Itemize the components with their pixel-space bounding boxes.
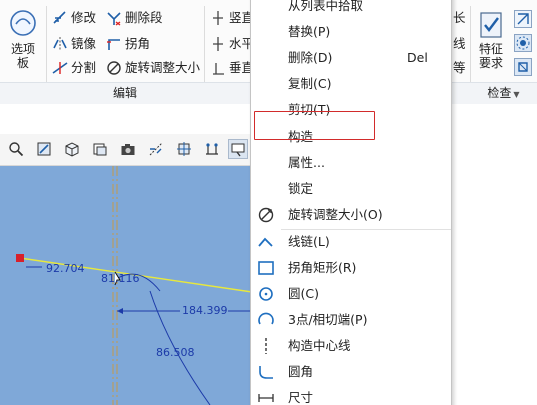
overlap-icon [517, 13, 529, 25]
feature-requirements-label: 特征 要求 [478, 42, 503, 70]
sketch-canvas[interactable]: 92.704 81.116 184.399 86.508 [0, 166, 252, 405]
menu-item-line-chain[interactable]: 线链(L) [251, 229, 451, 255]
corner-label: 拐角 [125, 36, 151, 51]
corner-icon [107, 39, 120, 50]
constraint-fragment-equal[interactable]: 等 [453, 58, 466, 78]
rotate-resize-icon [107, 61, 121, 75]
dimension-92[interactable]: 92.704 [46, 262, 85, 275]
rotate-resize-label: 旋转调整大小 [125, 60, 201, 75]
sketch-point [16, 254, 24, 262]
corner-button[interactable]: 拐角 [106, 34, 150, 54]
perpendicular-button[interactable]: 垂直 [210, 58, 254, 78]
group-label-edit: 编辑 [112, 86, 137, 100]
circle-icon [259, 287, 273, 301]
menu-item-properties[interactable]: 属性... [251, 150, 451, 176]
vertical-icon [213, 11, 223, 25]
view-cube-icon[interactable] [62, 139, 82, 159]
modify-icon [53, 11, 66, 24]
divide-label: 分割 [71, 60, 97, 75]
dimension-81[interactable]: 81.116 [101, 272, 140, 285]
view-manager-icon[interactable] [90, 139, 110, 159]
delete-segment-icon [107, 12, 121, 26]
menu-item-copy[interactable]: 复制(C) [251, 71, 451, 97]
sketch-display-icon[interactable] [202, 139, 222, 159]
mirror-icon [53, 37, 67, 51]
menu-item-circle[interactable]: 圆(C) [251, 281, 451, 307]
menu-item-fillet[interactable]: 圆角 [251, 359, 451, 385]
rotate-resize-button[interactable]: 旋转调整大小 [106, 58, 200, 78]
sketch-geometry [16, 166, 252, 405]
inspect-shade-button[interactable] [514, 58, 532, 76]
zoom-box-icon[interactable] [34, 139, 54, 159]
menu-item-pick-from-list[interactable]: 从列表中拾取 [251, 0, 451, 19]
camera-icon[interactable] [118, 139, 138, 159]
delete-segment-button[interactable]: 删除段 [106, 8, 163, 28]
graphics-toolbar [0, 134, 252, 166]
modify-label: 修改 [71, 10, 97, 25]
menu-item-delete[interactable]: 删除(D) Del [251, 45, 451, 71]
modify-button[interactable]: 修改 [52, 8, 96, 28]
horizontal-button[interactable]: 水平 [210, 34, 254, 54]
shade-icon [518, 62, 528, 72]
chevron-down-icon: ▼ [513, 90, 520, 99]
dimension-icon [258, 394, 274, 402]
dimension-184[interactable]: 184.399 [182, 304, 228, 317]
arrowhead [117, 308, 123, 314]
construction-highlight-box [254, 111, 375, 140]
delete-shortcut: Del [407, 50, 428, 65]
menu-item-dimension[interactable]: 尺寸 [251, 385, 451, 405]
delete-segment-label: 删除段 [125, 10, 163, 25]
model-tree-strip [0, 104, 252, 134]
right-pane [452, 104, 537, 405]
constraint-fragment-long[interactable]: 长 [453, 8, 466, 28]
palette-label: 选项 板 [10, 42, 35, 70]
inspect-overlap-button[interactable] [514, 10, 532, 28]
arc-icon [258, 312, 274, 325]
highlight-icon [516, 36, 530, 50]
divide-icon [52, 62, 68, 74]
menu-item-construction-centerline[interactable]: 构造中心线 [251, 333, 451, 359]
datum-display-icon[interactable] [146, 139, 166, 159]
horizontal-icon [213, 37, 223, 51]
context-menu: 从列表中拾取 替换(P) 删除(D) Del 复制(C) 剪切(T) 构造 属性… [250, 0, 452, 405]
feature-requirements-icon [480, 12, 502, 38]
sketch-filter-icon[interactable] [228, 139, 248, 159]
inspect-highlight-button[interactable] [514, 34, 532, 52]
palette-icon [10, 10, 36, 36]
constraint-fragment-line[interactable]: 线 [453, 34, 466, 54]
mirror-label: 镜像 [71, 36, 97, 51]
feature-requirements-button[interactable]: 特征 要求 [472, 10, 510, 80]
menu-item-replace[interactable]: 替换(P) [251, 19, 451, 45]
menu-item-3point-arc[interactable]: 3点/相切端(P) [251, 307, 451, 333]
rotate-resize-icon [258, 207, 274, 223]
group-label-inspect[interactable]: 检查 ▼ [470, 84, 537, 102]
divide-button[interactable]: 分割 [52, 58, 96, 78]
vertical-button[interactable]: 竖直 [210, 8, 254, 28]
menu-item-corner-rectangle[interactable]: 拐角矩形(R) [251, 255, 451, 281]
palette-button[interactable]: 选项 板 [4, 8, 42, 78]
rectangle-icon [258, 261, 274, 275]
dimension-86[interactable]: 86.508 [156, 346, 195, 359]
menu-item-lock[interactable]: 锁定 [251, 176, 451, 202]
fillet-icon [259, 366, 273, 379]
line-chain-icon [258, 237, 273, 247]
spin-center-icon[interactable] [174, 139, 194, 159]
perpendicular-icon [213, 63, 224, 75]
centerline-icon [265, 338, 267, 354]
mirror-button[interactable]: 镜像 [52, 34, 96, 54]
zoom-icon[interactable] [6, 139, 26, 159]
menu-item-rotate-resize[interactable]: 旋转调整大小(O) [251, 202, 451, 228]
